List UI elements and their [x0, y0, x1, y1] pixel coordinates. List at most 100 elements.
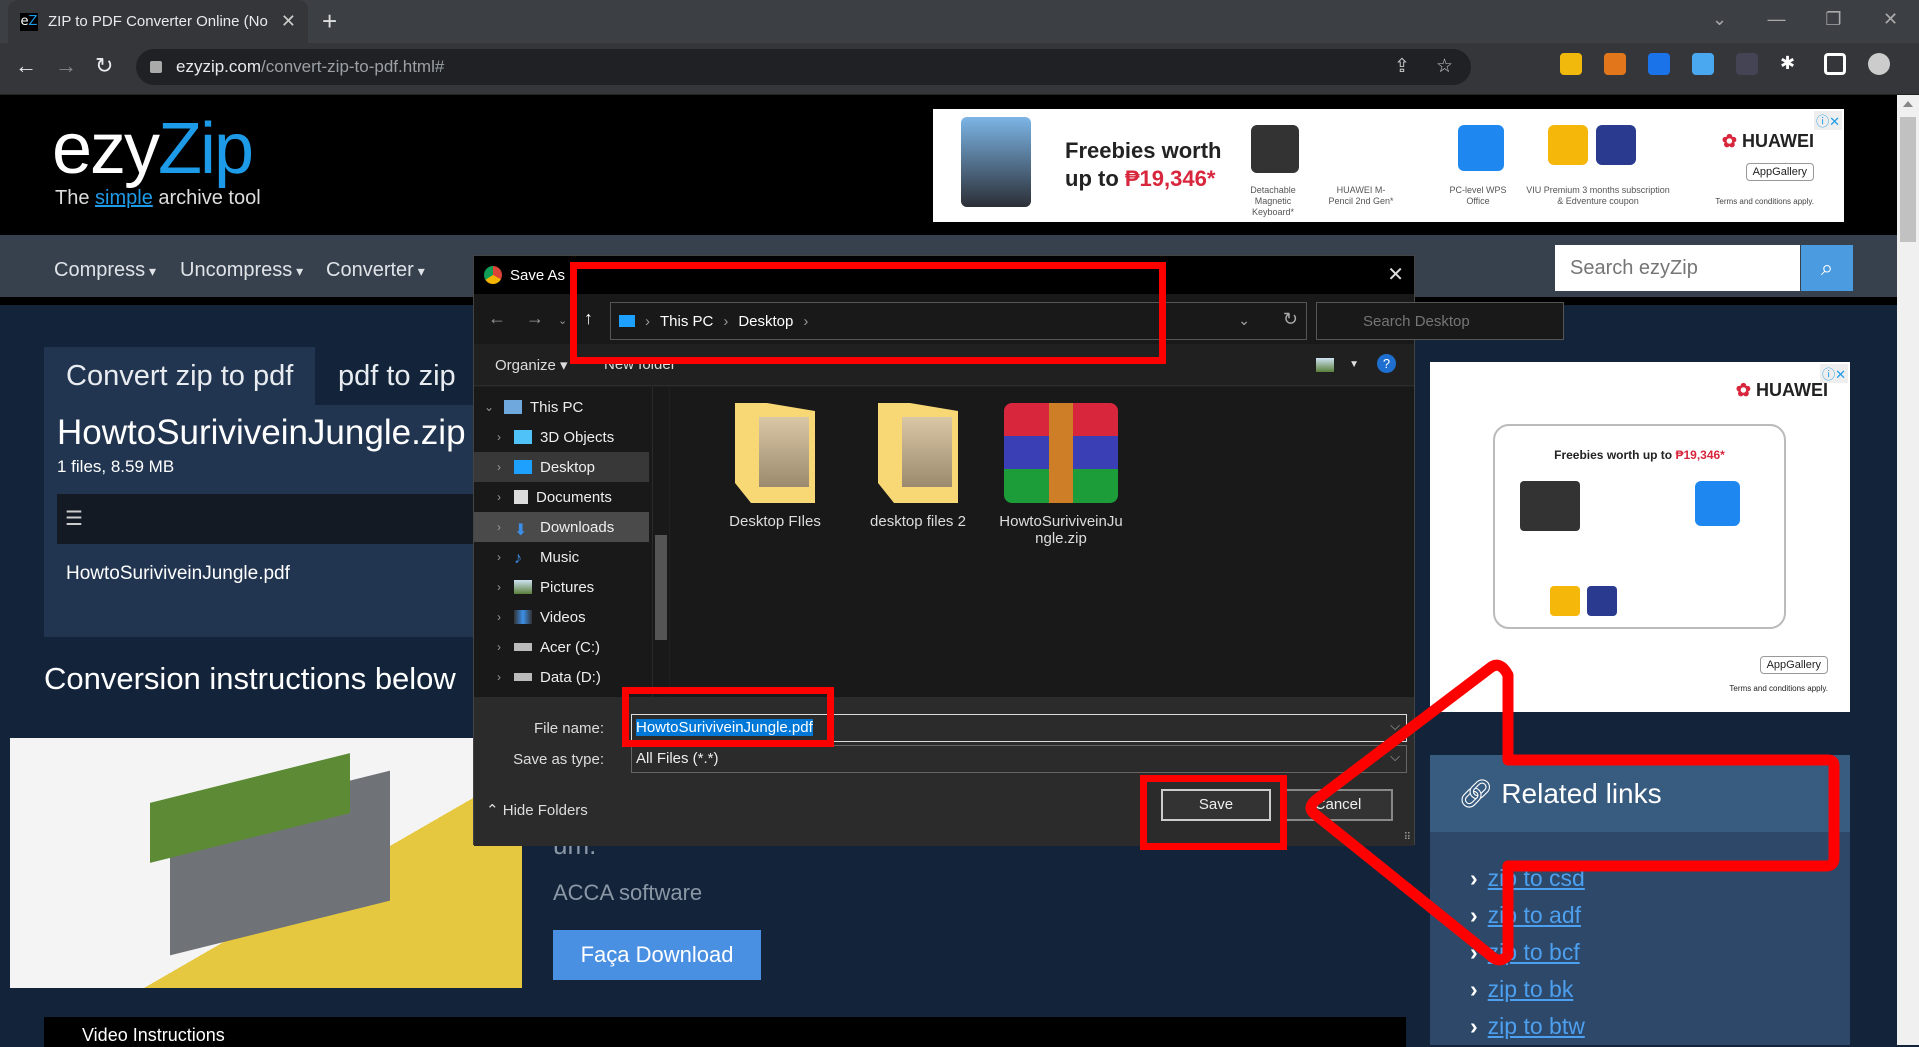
tree-item-pictures[interactable]: › Pictures — [474, 572, 649, 602]
huawei-side-ad[interactable]: ⓘ✕ ✿ HUAWEI Freebies worth up to ₱19,346… — [1430, 362, 1850, 712]
breadcrumb-desktop[interactable]: Desktop — [738, 313, 793, 330]
site-search-input[interactable] — [1555, 245, 1800, 291]
list-icon[interactable]: ☰ — [65, 506, 83, 531]
cancel-button[interactable]: Cancel — [1283, 789, 1393, 821]
refresh-icon[interactable]: ↻ — [1283, 309, 1298, 330]
related-link[interactable]: zip to adf — [1470, 902, 1581, 929]
dialog-forward-icon[interactable]: → — [526, 308, 544, 329]
tree-label: Music — [540, 548, 580, 566]
view-options-icon[interactable] — [1316, 358, 1334, 372]
expanded-chevron-icon[interactable]: ⌄ — [474, 400, 504, 414]
bookmark-star-icon[interactable]: ☆ — [1436, 55, 1453, 78]
related-link[interactable]: zip to csd — [1470, 865, 1585, 892]
chrome-menu-icon[interactable]: ⋮ — [1912, 53, 1919, 75]
view-dropdown-icon[interactable]: ▼ — [1349, 359, 1359, 370]
ad-headline-line1: Freebies worth — [1065, 138, 1222, 163]
recent-locations-icon[interactable]: ⌄ — [558, 314, 567, 327]
forward-icon[interactable]: → — [55, 53, 77, 79]
tree-item-downloads[interactable]: › ⬇ Downloads — [474, 512, 649, 542]
file-name-value: HowtoSuriviveinJungle.pdf — [636, 719, 813, 736]
chevron-right-icon[interactable]: › — [484, 520, 514, 534]
binance-extension-icon[interactable] — [1560, 53, 1582, 75]
save-button[interactable]: Save — [1161, 789, 1271, 821]
resize-grip-icon[interactable]: ⠿ — [1404, 832, 1411, 843]
translate-extension-icon[interactable] — [1692, 53, 1714, 75]
chevron-right-icon[interactable]: › — [484, 640, 514, 654]
chevron-right-icon[interactable]: › — [484, 490, 514, 504]
tree-item-desktop[interactable]: › Desktop — [474, 452, 649, 482]
tree-item-music[interactable]: › ♪ Music — [474, 542, 649, 572]
related-link[interactable]: zip to bcf — [1470, 939, 1580, 966]
close-tab-icon[interactable]: ✕ — [281, 11, 296, 32]
tree-scroll-thumb[interactable] — [655, 535, 667, 640]
ezyzip-logo[interactable]: ezyZip — [52, 113, 254, 185]
chevron-right-icon[interactable]: › — [484, 670, 514, 684]
minimize-icon[interactable]: — — [1748, 0, 1805, 40]
ad-close-icon[interactable]: ⓘ✕ — [1814, 111, 1842, 130]
side-panel-icon[interactable] — [1824, 53, 1846, 75]
search-icon[interactable]: ⌕ — [1801, 245, 1853, 291]
file-item-zip[interactable]: HowtoSuriviveinJungle.zip — [998, 397, 1124, 547]
tree-item-documents[interactable]: › Documents — [474, 482, 649, 512]
file-list-item[interactable]: HowtoSuriviveinJungle.pdf — [66, 563, 290, 585]
file-name-input[interactable]: HowtoSuriviveinJungle.pdf — [631, 713, 1407, 742]
address-bar[interactable]: ezyzip.com/convert-zip-to-pdf.html# ⇪ ☆ — [136, 49, 1471, 85]
save-type-select[interactable]: All Files (*.*) — [631, 744, 1407, 773]
chevron-right-icon[interactable]: › — [484, 430, 514, 444]
help-icon[interactable]: ? — [1377, 354, 1396, 373]
metamask-extension-icon[interactable] — [1604, 53, 1626, 75]
close-window-icon[interactable]: ✕ — [1862, 0, 1919, 40]
breadcrumb-this-pc[interactable]: This PC — [660, 313, 713, 330]
tab-pdf-to-zip[interactable]: pdf to zip — [316, 347, 478, 405]
huawei-banner-ad[interactable]: Freebies worth up to ₱19,346* Detachable … — [933, 109, 1844, 222]
menu-uncompress[interactable]: Uncompress — [180, 259, 303, 282]
chevron-right-icon[interactable]: › — [484, 580, 514, 594]
file-label: desktop files 2 — [870, 513, 966, 530]
organize-button[interactable]: Organize ▾ — [495, 356, 568, 374]
menu-converter[interactable]: Converter — [326, 259, 425, 282]
extensions-puzzle-icon[interactable]: ✱ — [1780, 53, 1802, 75]
tab-search-icon[interactable]: ⌄ — [1691, 0, 1748, 40]
new-folder-button[interactable]: New folder — [604, 356, 676, 373]
page-scrollbar[interactable] — [1897, 95, 1919, 1045]
dialog-path-bar[interactable]: › This PC › Desktop › ⌄ ↻ — [610, 302, 1307, 340]
ronin-extension-icon[interactable] — [1648, 53, 1670, 75]
share-icon[interactable]: ⇪ — [1394, 55, 1410, 78]
scroll-up-icon[interactable] — [1903, 101, 1913, 107]
related-link[interactable]: zip to btw — [1470, 1013, 1585, 1040]
chevron-right-icon[interactable]: › — [484, 610, 514, 624]
restore-icon[interactable]: ❐ — [1805, 0, 1862, 40]
acca-ad-image[interactable] — [10, 738, 522, 988]
back-icon[interactable]: ← — [15, 53, 37, 79]
tagline-part: The — [55, 187, 96, 209]
up-folder-icon[interactable]: ↑ — [584, 308, 593, 329]
file-item-desktop-files[interactable]: Desktop FIles — [712, 397, 838, 530]
hide-folders-button[interactable]: ⌃ Hide Folders — [486, 801, 588, 819]
tree-label: Data (D:) — [540, 668, 601, 686]
tree-item-videos[interactable]: › Videos — [474, 602, 649, 632]
tree-item-acer-c[interactable]: › Acer (C:) — [474, 632, 649, 662]
download-ad-button[interactable]: Faça Download — [553, 930, 761, 980]
appgallery-badge[interactable]: AppGallery — [1745, 163, 1814, 181]
profile-avatar[interactable] — [1868, 53, 1890, 75]
tree-item-3d-objects[interactable]: › 3D Objects — [474, 422, 649, 452]
menu-compress[interactable]: Compress — [54, 259, 156, 282]
tab-zip-to-pdf[interactable]: Convert zip to pdf — [44, 347, 316, 405]
chevron-right-icon[interactable]: › — [484, 550, 514, 564]
chevron-right-icon[interactable]: › — [484, 460, 514, 474]
reload-icon[interactable]: ↻ — [95, 53, 113, 79]
dialog-close-icon[interactable]: ✕ — [1387, 262, 1404, 287]
related-link[interactable]: zip to bk — [1470, 976, 1574, 1003]
dialog-back-icon[interactable]: ← — [488, 308, 506, 329]
tree-scrollbar[interactable] — [652, 387, 669, 697]
dialog-search-input[interactable] — [1316, 302, 1564, 340]
file-item-desktop-files-2[interactable]: desktop files 2 — [855, 397, 981, 530]
side-appgallery-badge[interactable]: AppGallery — [1759, 656, 1828, 674]
download-extension-icon[interactable] — [1736, 53, 1758, 75]
tree-item-this-pc[interactable]: ⌄ This PC — [474, 392, 649, 422]
new-tab-button[interactable]: + — [322, 6, 337, 37]
tree-item-data-d[interactable]: › Data (D:) — [474, 662, 649, 692]
browser-tab[interactable]: eZ ZIP to PDF Converter Online (No ✕ — [8, 0, 308, 43]
path-dropdown-icon[interactable]: ⌄ — [1238, 312, 1250, 329]
scroll-thumb[interactable] — [1900, 117, 1916, 242]
